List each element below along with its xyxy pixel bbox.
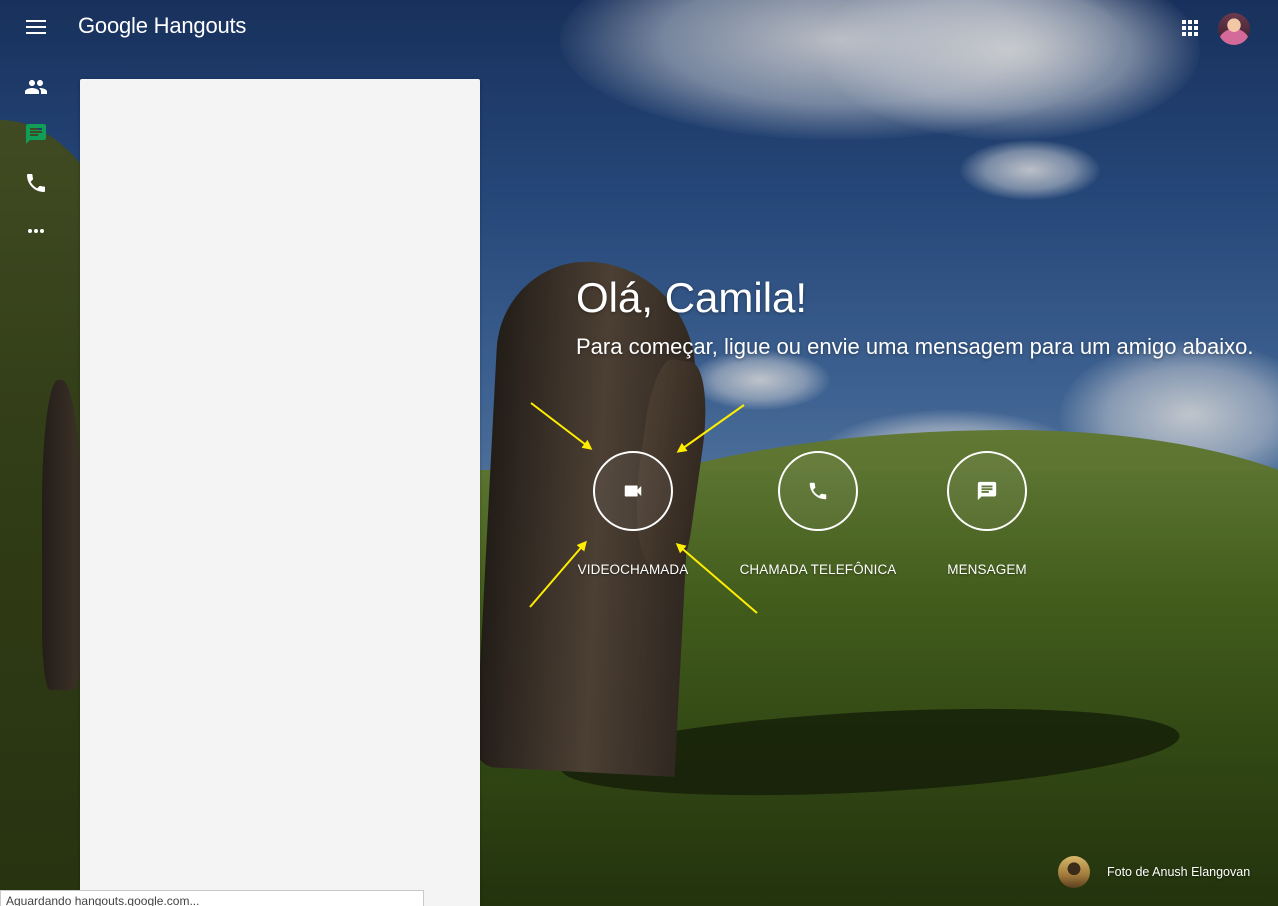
rail-item-contacts[interactable] [20,71,52,103]
video-call-label: VIDEOCHAMADA [577,562,689,577]
people-icon [25,80,47,94]
phone-icon [27,174,45,192]
browser-status-bar: Aguardando hangouts.google.com... [0,890,424,906]
photo-credit[interactable]: Foto de Anush Elangovan [1107,865,1250,879]
chat-bubble-icon [26,124,46,144]
message-icon [977,481,997,501]
videocam-icon [624,485,642,497]
apps-grid-icon [1182,20,1198,36]
app-logo[interactable]: Google Hangouts [78,13,246,39]
message-circle[interactable] [947,451,1027,531]
rail-item-more[interactable] [20,215,52,247]
message-button[interactable]: MENSAGEM [887,451,1087,577]
account-avatar[interactable] [1218,13,1250,45]
phone-call-circle[interactable] [778,451,858,531]
photographer-avatar [1058,856,1090,888]
video-call-button[interactable]: VIDEOCHAMADA [533,451,733,577]
conversation-list-panel [80,79,480,906]
main-menu-button[interactable] [18,9,54,45]
phone-call-label: CHAMADA TELEFÔNICA [739,562,897,577]
phone-icon [809,482,827,500]
message-label: MENSAGEM [947,562,1027,577]
rail-item-phone-calls[interactable] [20,167,52,199]
greeting-title: Olá, Camila! [576,274,808,321]
video-call-circle[interactable] [593,451,673,531]
greeting-subtitle: Para começar, ligue ou envie uma mensage… [576,334,1254,359]
more-horiz-icon [28,229,44,233]
rail-item-conversations[interactable] [20,118,52,150]
google-apps-button[interactable] [1176,14,1204,42]
hamburger-menu-icon [26,20,46,34]
